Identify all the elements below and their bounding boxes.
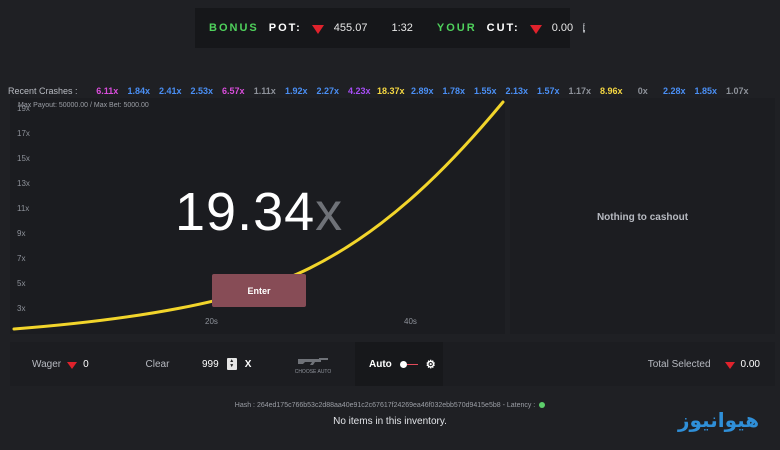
clear-button[interactable]: Clear (130, 342, 185, 386)
recent-crash-item: 2.53x (190, 86, 214, 96)
cut-label: CUT: (486, 22, 520, 34)
watermark-logo: هیوانیوز (678, 408, 760, 432)
bonus-pot-bar: BONUS POT: 455.07 1:32 YOUR CUT: 0.00 i (195, 8, 586, 48)
recent-crash-item: 1.07x (726, 86, 749, 96)
recent-crash-item: 18.37x (377, 86, 405, 96)
auto-toggle[interactable] (399, 360, 418, 368)
multiplier-suffix: x (315, 182, 344, 242)
wager-display: Wager 0 (10, 342, 130, 386)
gem-icon (311, 24, 324, 34)
wager-label: Wager (32, 358, 62, 370)
pot-label: POT: (268, 22, 302, 34)
total-selected: Total Selected 0.00 (570, 342, 770, 386)
multiplier-input-value[interactable]: 999 (202, 359, 219, 370)
cashout-panel: Nothing to cashout (510, 98, 775, 334)
crash-game-panel: Max Payout: 50000.00 / Max Bet: 5000.00 … (10, 98, 505, 334)
bonus-timer: 1:32 (391, 22, 413, 34)
empty-inventory-text: No items in this inventory. (333, 416, 447, 427)
current-multiplier: 19.34x (175, 181, 343, 243)
wager-value: 0 (83, 358, 89, 370)
gem-icon (529, 24, 542, 34)
recent-crash-item: 8.96x (600, 86, 623, 96)
recent-crash-item: 1.57x (537, 86, 560, 96)
gem-icon (724, 361, 735, 369)
hash-line: Hash : 264ed175c766b53c2d88aa40e91c2c676… (0, 402, 780, 409)
hash-text: Hash : 264ed175c766b53c2d88aa40e91c2c676… (234, 402, 536, 409)
bet-controls: Wager 0 Clear 999 ▲ ▼ X CHOOSE AUTO Auto … (10, 342, 775, 386)
gem-icon (67, 361, 78, 369)
recent-crashes: Recent Crashes : 6.11x 1.84x 2.41x 2.53x 6.5… (0, 84, 780, 98)
recent-crashes-list: 6.11x 1.84x 2.41x 2.53x 6.57x 1.11x 1.92x 2.27x… (92, 86, 754, 96)
stepper-icon[interactable]: ▲ ▼ (226, 358, 237, 370)
recent-crash-item: 0x (637, 86, 648, 96)
recent-crash-item: 6.11x (96, 86, 119, 96)
auto-label: Auto (369, 358, 392, 370)
gear-icon[interactable]: ⚙ (426, 358, 436, 371)
recent-crash-item: 1.92x (285, 86, 308, 96)
your-label: YOUR (436, 22, 477, 34)
rifle-icon (298, 357, 328, 365)
bonus-label: BONUS (209, 22, 259, 34)
auto-toggle-box[interactable]: Auto ⚙ (355, 342, 443, 386)
recent-crash-item: 1.55x (474, 86, 497, 96)
enter-button[interactable]: Enter (212, 274, 306, 307)
recent-crash-item: 2.27x (316, 86, 340, 96)
latency-indicator-icon (539, 402, 546, 409)
bonus-pot-value: 455.07 (333, 22, 368, 34)
multiplier-value: 19.34 (175, 182, 316, 242)
recent-crashes-label: Recent Crashes : (8, 86, 78, 96)
total-selected-label: Total Selected (647, 358, 711, 370)
recent-crash-item: 6.57x (222, 86, 245, 96)
recent-crash-item: 1.17x (568, 86, 592, 96)
recent-crash-item: 4.23x (348, 86, 371, 96)
recent-crash-item: 2.28x (663, 86, 686, 96)
choose-auto-button[interactable]: CHOOSE AUTO (282, 342, 344, 386)
your-cut-value: 0.00 (551, 22, 574, 34)
recent-crash-item: 1.11x (253, 86, 276, 96)
recent-crash-item: 1.85x (694, 86, 718, 96)
total-selected-value: 0.00 (740, 358, 760, 370)
recent-crash-item: 1.84x (127, 86, 151, 96)
choose-auto-label: CHOOSE AUTO (294, 368, 332, 375)
recent-crash-item: 2.41x (159, 86, 182, 96)
multiplier-suffix-label: X (244, 358, 252, 370)
recent-crash-item: 2.13x (505, 86, 529, 96)
recent-crash-item: 2.89x (411, 86, 434, 96)
cashout-empty-text: Nothing to cashout (596, 212, 689, 223)
recent-crash-item: 1.78x (442, 86, 466, 96)
info-icon[interactable]: i (583, 23, 586, 33)
multiplier-input[interactable]: 999 ▲ ▼ X (190, 342, 280, 386)
